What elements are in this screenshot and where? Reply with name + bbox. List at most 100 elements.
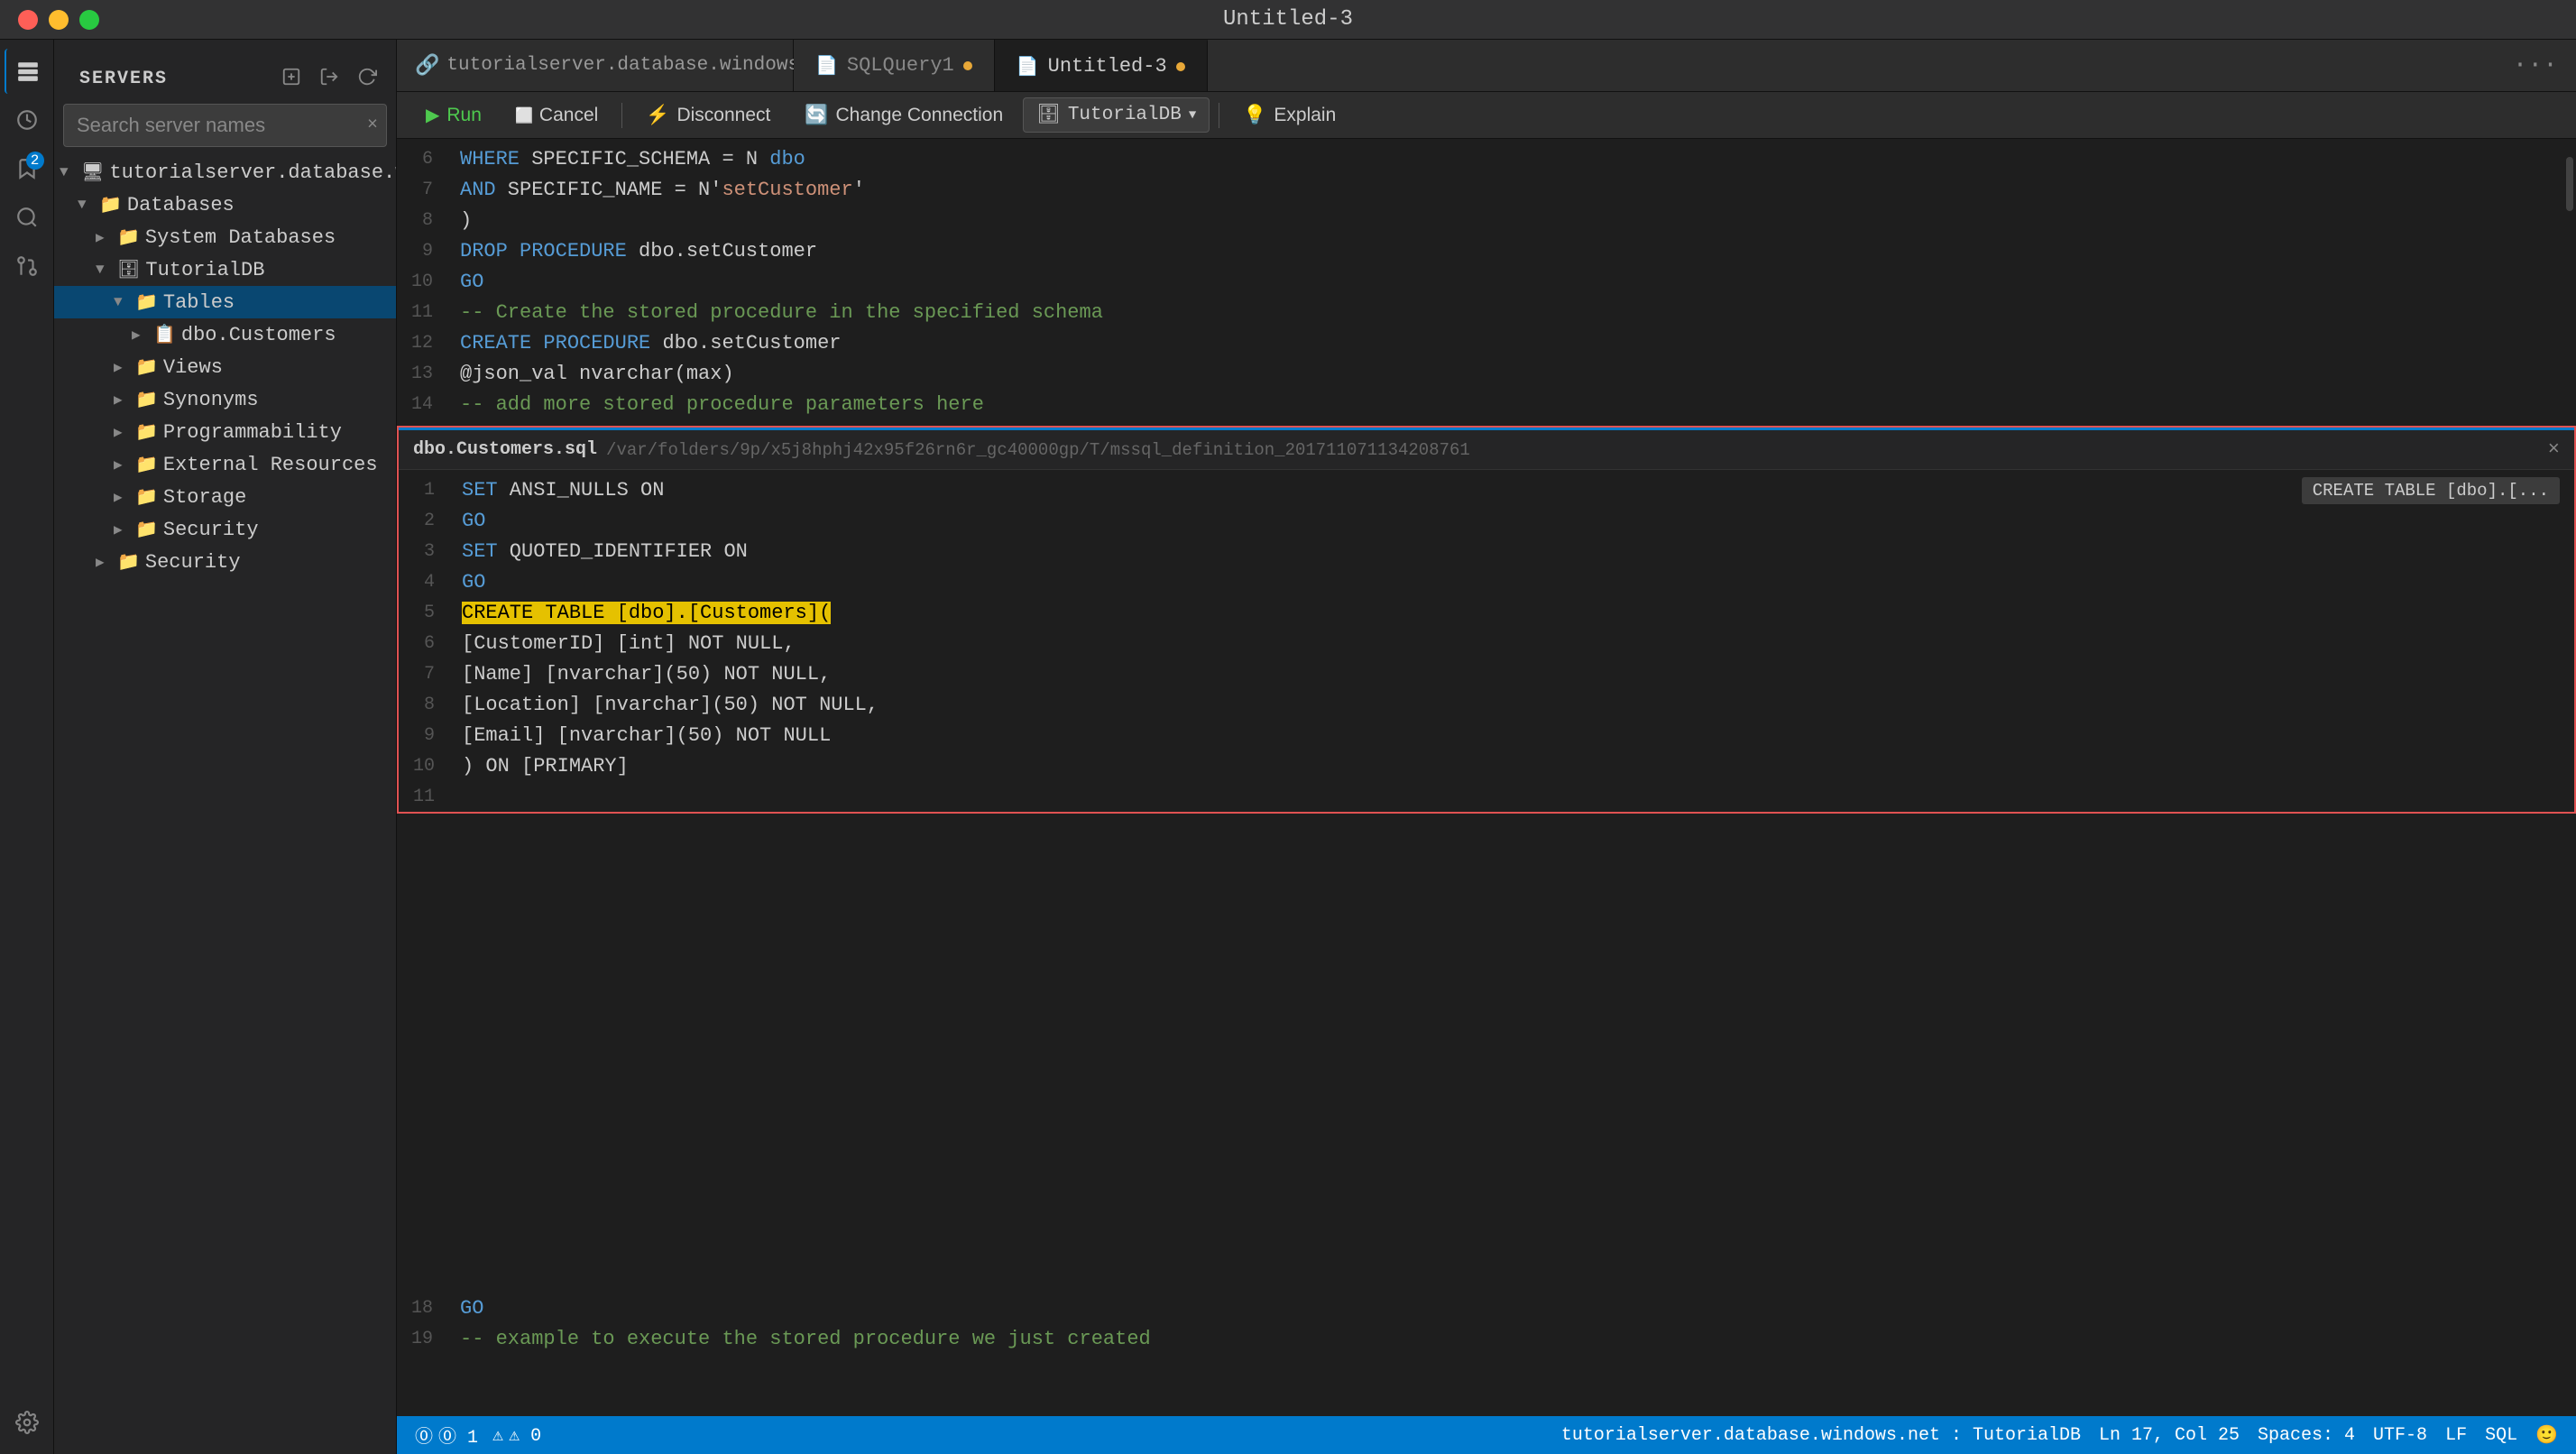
sidebar-disconnect-icon[interactable]	[313, 60, 345, 93]
tree-label-tables: Tables	[163, 291, 235, 314]
peek-line-number: 6	[399, 629, 453, 659]
tree-item-server[interactable]: ▼🖥tutorialserver.database.windows....	[54, 156, 396, 189]
database-selector[interactable]: 🗄 TutorialDB ▼	[1023, 97, 1210, 133]
peek-line-content: SET ANSI_NULLS ON	[453, 475, 2574, 506]
history-icon[interactable]	[5, 97, 50, 143]
bookmarks-icon[interactable]: 2	[5, 146, 50, 191]
peek-line-number: 7	[399, 659, 453, 690]
tree-item-programmability[interactable]: ▶📁Programmability	[54, 416, 396, 448]
minimize-button[interactable]	[49, 10, 69, 30]
line-content-bottom: GO	[451, 1293, 2576, 1324]
line-ending-status: LF	[2445, 1425, 2467, 1446]
peek-line-number: 2	[399, 506, 453, 537]
tree-arrow-tables: ▼	[114, 294, 130, 310]
line-number-bottom: 18	[397, 1293, 451, 1324]
tree-icon-security1: 📁	[135, 518, 158, 541]
tree-arrow-dbo-customers: ▶	[132, 326, 148, 344]
position-status: Ln 17, Col 25	[2099, 1425, 2240, 1446]
peek-code-line: 2GO	[399, 506, 2574, 537]
smiley-icon: 🙂	[2535, 1423, 2558, 1447]
change-connection-button[interactable]: 🔄 Change Connection	[790, 97, 1017, 133]
tree-arrow-security1: ▶	[114, 520, 130, 538]
tree-label-tutorialdb: TutorialDB	[145, 259, 264, 281]
line-content: CREATE PROCEDURE dbo.setCustomer	[451, 328, 2576, 359]
peek-close-button[interactable]: ×	[2548, 438, 2560, 461]
sidebar-new-query-icon[interactable]	[275, 60, 308, 93]
warnings-status[interactable]: ⚠ ⚠ 0	[492, 1423, 541, 1447]
peek-panel: dbo.Customers.sql /var/folders/9p/x5j8hp…	[397, 426, 2576, 814]
tree-item-views[interactable]: ▶📁Views	[54, 351, 396, 383]
badge: 2	[26, 152, 44, 170]
maximize-button[interactable]	[79, 10, 99, 30]
peek-code-line: 11	[399, 782, 2574, 812]
sidebar-refresh-icon[interactable]	[351, 60, 383, 93]
tree-item-security2[interactable]: ▶📁Security	[54, 546, 396, 578]
tree-item-databases[interactable]: ▼📁Databases	[54, 189, 396, 221]
close-button[interactable]	[18, 10, 38, 30]
run-icon: ▶	[426, 104, 439, 126]
peek-line-content: ) ON [PRIMARY]	[453, 751, 2574, 782]
peek-line-number: 1	[399, 475, 453, 506]
tree-item-security1[interactable]: ▶📁Security	[54, 513, 396, 546]
line-content-bottom: -- example to execute the stored procedu…	[451, 1324, 2576, 1355]
tab-untitled3-label: Untitled-3	[1048, 55, 1167, 78]
main-editor-bottom[interactable]: 18GO19-- example to execute the stored p…	[397, 1288, 2576, 1378]
line-content: GO	[451, 267, 2576, 298]
search-icon[interactable]	[5, 195, 50, 240]
window-title: Untitled-3	[1223, 7, 1353, 32]
peek-code-line: 10) ON [PRIMARY]	[399, 751, 2574, 782]
tree-icon-security2: 📁	[117, 550, 140, 574]
tab-untitled3[interactable]: 📄 Untitled-3	[995, 40, 1208, 91]
tree-item-system-dbs[interactable]: ▶📁System Databases	[54, 221, 396, 253]
toolbar: ▶ Run ⬜ Cancel ⚡ Disconnect 🔄 Change Con…	[397, 92, 2576, 139]
peek-code-line: 9 [Email] [nvarchar](50) NOT NULL	[399, 721, 2574, 751]
settings-icon[interactable]	[5, 1400, 50, 1445]
tree-item-dbo-customers[interactable]: ▶📋dbo.Customers	[54, 318, 396, 351]
tree-item-tables[interactable]: ▼📁Tables	[54, 286, 396, 318]
explain-button[interactable]: 💡 Explain	[1228, 97, 1350, 133]
cancel-button[interactable]: ⬜ Cancel	[501, 97, 612, 133]
peek-line-number: 9	[399, 721, 453, 751]
code-line: 8 )	[397, 206, 2576, 236]
line-content: WHERE SPECIFIC_SCHEMA = N dbo	[451, 144, 2576, 175]
code-line: 11-- Create the stored procedure in the …	[397, 298, 2576, 328]
status-left: ⓪ ⓪ 1 ⚠ ⚠ 0	[415, 1422, 541, 1449]
line-number: 7	[397, 175, 451, 206]
db-icon: 🗄	[1036, 104, 1061, 126]
tab-connection[interactable]: 🔗 tutorialserver.database.windows.net:Tu…	[397, 40, 794, 91]
tree-item-external-resources[interactable]: ▶📁External Resources	[54, 448, 396, 481]
tree-arrow-security2: ▶	[96, 553, 112, 571]
peek-line-number: 8	[399, 690, 453, 721]
search-clear-icon[interactable]: ×	[367, 115, 378, 136]
line-content: DROP PROCEDURE dbo.setCustomer	[451, 236, 2576, 267]
disconnect-button[interactable]: ⚡ Disconnect	[631, 97, 785, 133]
tab-more-button[interactable]: ···	[2495, 40, 2576, 91]
code-line: 12CREATE PROCEDURE dbo.setCustomer	[397, 328, 2576, 359]
tree-item-tutorialdb[interactable]: ▼🗄TutorialDB	[54, 253, 396, 286]
code-line-bottom: 18GO	[397, 1293, 2576, 1324]
tab-sqlquery1[interactable]: 📄 SQLQuery1	[794, 40, 995, 91]
tab-sqlquery1-label: SQLQuery1	[847, 54, 954, 77]
tree-icon-dbo-customers: 📋	[153, 323, 176, 346]
git-icon[interactable]	[5, 244, 50, 289]
errors-status[interactable]: ⓪ ⓪ 1	[415, 1422, 478, 1449]
peek-path: /var/folders/9p/x5j8hphj42x95f26rn6r_gc4…	[606, 440, 1470, 460]
servers-icon[interactable]	[5, 49, 50, 94]
tree-arrow-tutorialdb: ▼	[96, 262, 112, 278]
tree-item-storage[interactable]: ▶📁Storage	[54, 481, 396, 513]
code-line: 13 @json_val nvarchar(max)	[397, 359, 2576, 390]
tree-item-synonyms[interactable]: ▶📁Synonyms	[54, 383, 396, 416]
code-line: 9DROP PROCEDURE dbo.setCustomer	[397, 236, 2576, 267]
status-bar: ⓪ ⓪ 1 ⚠ ⚠ 0 tutorialserver.database.wind…	[397, 1416, 2576, 1454]
search-input[interactable]	[63, 104, 387, 147]
tree-icon-programmability: 📁	[135, 420, 158, 444]
tree-icon-system-dbs: 📁	[117, 225, 140, 249]
main-content: 🔗 tutorialserver.database.windows.net:Tu…	[397, 40, 2576, 1454]
change-conn-icon: 🔄	[805, 105, 828, 126]
run-button[interactable]: ▶ Run	[411, 97, 496, 133]
sidebar-header: SERVERS	[67, 54, 180, 98]
peek-code-line: 3SET QUOTED_IDENTIFIER ON	[399, 537, 2574, 567]
tree-arrow-external-resources: ▶	[114, 456, 130, 474]
line-content: -- add more stored procedure parameters …	[451, 390, 2576, 420]
warning-icon: ⚠	[492, 1423, 503, 1447]
